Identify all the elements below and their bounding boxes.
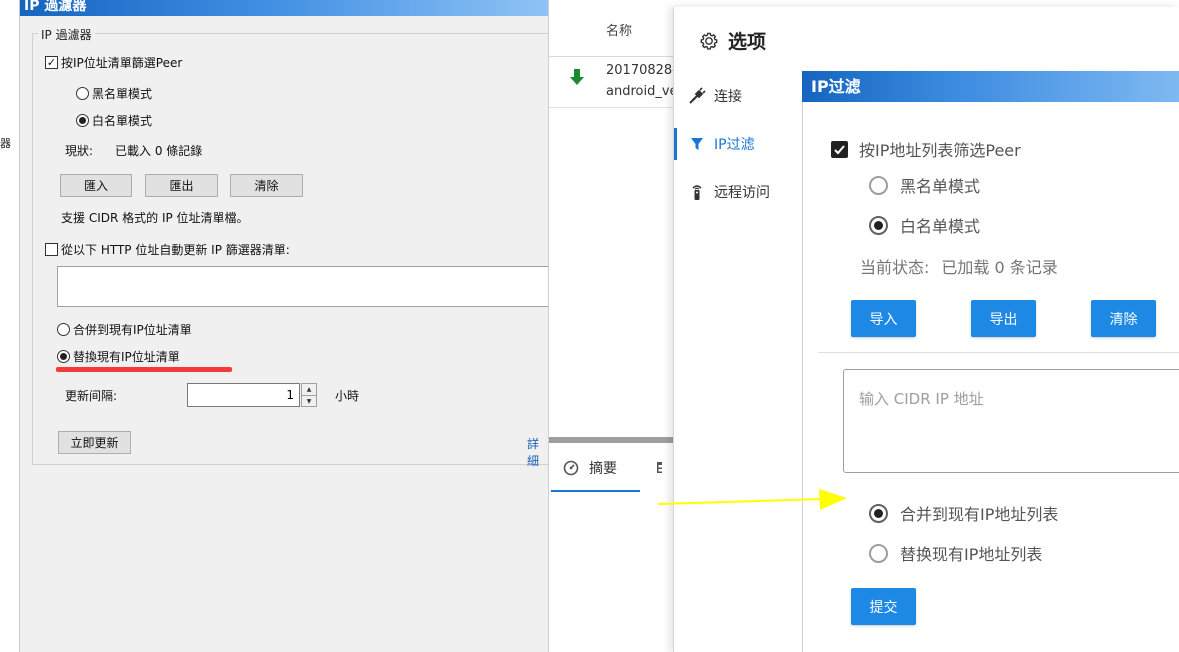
legacy-interval-label: 更新间隔:	[65, 389, 118, 403]
options-title: 选项	[698, 27, 766, 54]
cidr-input[interactable]: 输入 CIDR IP 地址	[843, 369, 1179, 473]
legacy-whitelist-radio[interactable]: 白名單模式	[76, 112, 152, 129]
legacy-cidr-note: 支援 CIDR 格式的 IP 位址清單檔。	[61, 211, 249, 225]
status-label: 当前状态:	[860, 258, 930, 277]
options-title-text: 选项	[728, 31, 767, 53]
radio-on-icon	[76, 114, 89, 127]
legacy-group-label: IP 過濾器	[38, 26, 95, 43]
remote-icon	[688, 183, 706, 201]
legacy-replace-radio[interactable]: 替換現有IP位址清單	[57, 348, 180, 365]
legacy-update-now-button[interactable]: 立即更新	[58, 431, 131, 454]
legacy-ip-filter-window: 器 IP 過濾器 IP 過濾器 ✓ 按IP位址清單篩選Peer 黑名單模式 白名…	[0, 0, 548, 652]
radio-off-icon	[869, 175, 888, 195]
radio-off-icon	[57, 323, 70, 336]
filter-icon	[688, 135, 706, 153]
pane-splitter[interactable]	[549, 437, 673, 443]
legacy-status-value: 已載入 0 條記錄	[115, 144, 203, 158]
replace-list-label: 替换现有IP地址列表	[900, 545, 1043, 564]
nav-item-ip-filter[interactable]: IP过滤	[674, 124, 803, 164]
merge-list-label: 合并到现有IP地址列表	[900, 505, 1059, 524]
radio-on-icon	[869, 503, 888, 523]
plug-icon	[688, 87, 706, 105]
clear-button[interactable]: 清除	[1091, 300, 1156, 337]
download-arrow-icon	[570, 69, 584, 85]
legacy-status-label: 現狀:	[65, 144, 94, 158]
torrent-name-line-2[interactable]: android_ve	[606, 84, 673, 99]
spin-up-icon[interactable]: ▲	[302, 384, 316, 395]
legacy-auto-update-label: 從以下 HTTP 位址自動更新 IP 篩選器清單:	[61, 243, 290, 257]
row-divider	[549, 107, 673, 108]
legacy-replace-label: 替換現有IP位址清單	[73, 350, 180, 364]
checkbox-checked-icon: ✓	[45, 56, 58, 69]
checkbox-unchecked-icon	[45, 243, 58, 256]
import-button[interactable]: 导入	[851, 300, 916, 337]
legacy-merge-label: 合併到現有IP位址清單	[73, 323, 192, 337]
whitelist-mode-radio[interactable]: 白名单模式	[869, 213, 980, 237]
filter-by-list-label: 按IP地址列表筛选Peer	[859, 141, 1021, 160]
nav-item-label: 连接	[714, 89, 742, 105]
merge-list-radio[interactable]: 合并到现有IP地址列表	[869, 501, 1058, 525]
legacy-url-input[interactable]	[57, 266, 548, 307]
export-button[interactable]: 导出	[971, 300, 1036, 337]
legacy-filter-label: 按IP位址清單篩選Peer	[61, 56, 183, 70]
tab-active-indicator	[551, 490, 640, 492]
name-column-header[interactable]: 名称	[606, 20, 632, 39]
filter-by-list-checkbox[interactable]: 按IP地址列表筛选Peer	[831, 137, 1021, 161]
section-divider	[818, 352, 1179, 353]
filter-status: 当前状态: 已加载 0 条记录	[860, 254, 1058, 278]
ip-filter-panel-title: IP过滤	[802, 71, 1179, 102]
replace-list-radio[interactable]: 替换现有IP地址列表	[869, 541, 1042, 565]
status-value: 已加载 0 条记录	[941, 258, 1058, 277]
whitelist-mode-label: 白名单模式	[900, 217, 981, 236]
left-strip-text: 器	[0, 137, 11, 150]
legacy-whitelist-label: 白名單模式	[92, 114, 153, 128]
gear-icon	[700, 32, 718, 50]
legacy-status: 現狀: 已載入 0 條記錄	[65, 142, 202, 159]
legacy-blacklist-label: 黑名單模式	[92, 87, 153, 101]
radio-off-icon	[76, 87, 89, 100]
nav-item-remote-access[interactable]: 远程访问	[674, 172, 803, 212]
legacy-export-button[interactable]: 匯出	[145, 174, 218, 197]
nav-item-label: IP过滤	[714, 137, 755, 153]
tab-summary-label: 摘要	[589, 461, 617, 477]
legacy-interval-input[interactable]: 1	[187, 383, 300, 407]
checkbox-checked-icon	[831, 140, 848, 158]
legacy-filter-checkbox[interactable]: ✓ 按IP位址清單篩選Peer	[45, 54, 182, 71]
yellow-annotation-arrow	[657, 489, 847, 510]
blacklist-mode-radio[interactable]: 黑名单模式	[869, 173, 980, 197]
torrent-list-header: 名称	[549, 0, 673, 57]
legacy-import-button[interactable]: 匯入	[60, 174, 132, 197]
tab-summary[interactable]: 摘要	[563, 458, 617, 478]
legacy-blacklist-radio[interactable]: 黑名單模式	[76, 85, 152, 102]
left-edge-strip: 器	[0, 0, 20, 652]
submit-button[interactable]: 提交	[851, 588, 916, 625]
legacy-details-link[interactable]: 詳細	[527, 435, 548, 469]
spin-down-icon[interactable]: ▼	[302, 395, 316, 406]
radio-on-icon	[57, 350, 70, 363]
legacy-merge-radio[interactable]: 合併到現有IP位址清單	[57, 321, 192, 338]
gauge-icon	[563, 460, 579, 476]
torrent-name-line-1[interactable]: 20170828-	[606, 63, 673, 78]
nav-separator	[802, 71, 803, 652]
background-app: 名称 20170828- android_ve 摘要	[548, 0, 673, 652]
legacy-interval-spinner[interactable]: ▲ ▼	[301, 383, 317, 407]
legacy-auto-update-checkbox[interactable]: 從以下 HTTP 位址自動更新 IP 篩選器清單:	[45, 241, 290, 258]
blacklist-mode-label: 黑名单模式	[900, 177, 981, 196]
legacy-window-title: IP 過濾器	[20, 0, 548, 16]
radio-off-icon	[869, 543, 888, 563]
nav-item-connection[interactable]: 连接	[674, 76, 803, 116]
legacy-interval-unit: 小時	[335, 389, 360, 403]
red-annotation-underline	[56, 367, 232, 372]
legacy-clear-button[interactable]: 清除	[230, 174, 303, 197]
nav-item-label: 远程访问	[714, 185, 770, 201]
radio-on-icon	[869, 215, 888, 235]
tree-icon[interactable]	[656, 461, 670, 475]
